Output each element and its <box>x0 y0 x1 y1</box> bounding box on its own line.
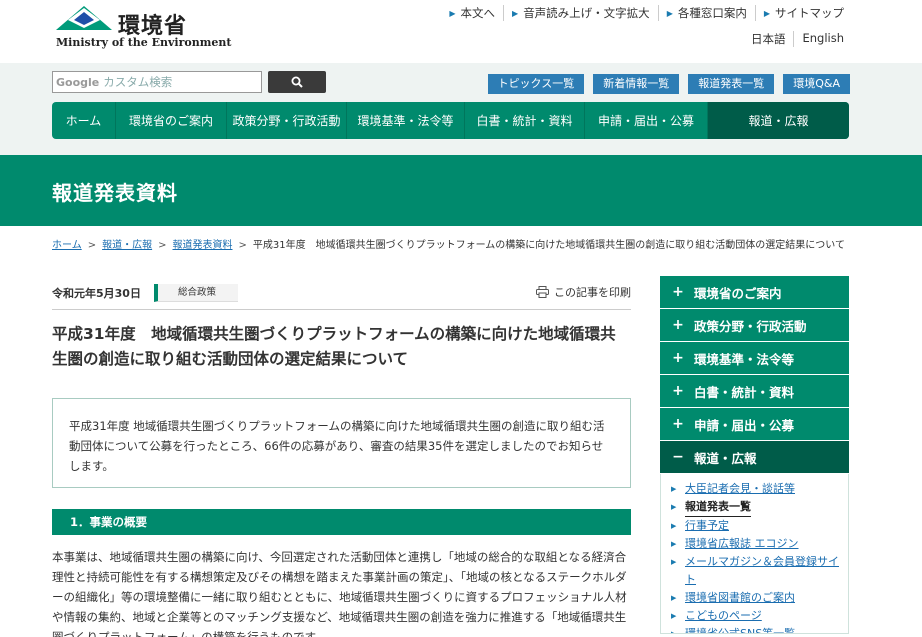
triangle-right-icon: ▶ <box>671 540 677 548</box>
side-nav-policy[interactable]: + 政策分野・行政活動 <box>660 309 849 341</box>
section-body: 本事業は、地域循環共生圏の構築に向け、今回選定された活動団体と連携し「地域の総合… <box>52 550 627 637</box>
article-summary: 平成31年度 地域循環共生圏づくりプラットフォームの構築に向けた地域循環共生圏の… <box>52 398 631 488</box>
language-switch: 日本語 English <box>743 31 852 47</box>
plus-icon: + <box>672 383 684 399</box>
side-subnav-item: ▶ 行事予定 <box>671 517 842 535</box>
triangle-right-icon: ▶ <box>671 485 677 493</box>
side-subnav-item: ▶ 環境省公式SNS等一覧 <box>671 625 842 634</box>
article-meta: 令和元年5月30日 総合政策 この記事を印刷 <box>52 284 631 310</box>
ministry-logo[interactable]: 環境省 Ministry of the Environment <box>54 2 231 50</box>
logo-mark-icon <box>56 6 112 30</box>
util-link-sitemap[interactable]: ▶ サイトマップ <box>754 5 852 21</box>
article-date: 令和元年5月30日 <box>52 287 141 300</box>
gnav-application[interactable]: 申請・届出・公募 <box>585 102 708 139</box>
search-input[interactable]: Google カスタム検索 <box>52 71 262 93</box>
triangle-right-icon: ▶ <box>671 558 677 566</box>
util-link-speech[interactable]: ▶ 音声読み上げ・文字拡大 <box>503 5 658 21</box>
quick-links: トピックス一覧 新着情報一覧 報道発表一覧 環境Q&A <box>487 74 850 94</box>
gnav-about[interactable]: 環境省のご案内 <box>116 102 227 139</box>
quick-link-press[interactable]: 報道発表一覧 <box>688 74 775 94</box>
breadcrumb-separator: > <box>158 240 167 251</box>
printer-icon <box>536 286 549 298</box>
minus-icon: − <box>672 449 684 465</box>
triangle-right-icon: ▶ <box>512 8 519 18</box>
logo-text-en: Ministry of the Environment <box>56 36 232 49</box>
article-title: 平成31年度 地域循環共生圏づくりプラットフォームの構築に向けた地域循環共生圏の… <box>52 325 616 368</box>
gnav-policy[interactable]: 政策分野・行政活動 <box>227 102 347 139</box>
plus-icon: + <box>672 284 684 300</box>
search-button[interactable] <box>268 71 326 93</box>
triangle-right-icon: ▶ <box>449 8 456 18</box>
side-nav: + 環境省のご案内 + 政策分野・行政活動 + 環境基準・法令等 + 白書・統計・資料 … <box>660 276 849 634</box>
global-nav: ホーム 環境省のご案内 政策分野・行政活動 環境基準・法令等 白書・統計・資料 … <box>52 102 849 139</box>
page-title-band: 報道発表資料 <box>0 155 922 226</box>
breadcrumb-press-releases[interactable]: 報道発表資料 <box>172 240 232 251</box>
lang-japanese[interactable]: 日本語 <box>743 31 794 47</box>
side-subnav-item: ▶ メールマガジン＆会員登録サイト <box>671 553 842 589</box>
side-subnav: ▶ 大臣記者会見・談話等 ▶ 報道発表一覧 ▶ 行事予定 ▶ 環境省広報誌 エコジン ▶… <box>660 474 849 634</box>
side-subnav-item: ▶ 大臣記者会見・談話等 <box>671 480 842 498</box>
side-nav-press[interactable]: − 報道・広報 <box>660 441 849 473</box>
side-nav-application[interactable]: + 申請・届出・公募 <box>660 408 849 440</box>
gnav-press[interactable]: 報道・広報 <box>708 102 849 139</box>
site-header: 環境省 Ministry of the Environment ▶ 本文へ ▶ 音声… <box>0 0 922 63</box>
search-placeholder: カスタム検索 <box>103 75 173 89</box>
plus-icon: + <box>672 350 684 366</box>
breadcrumb-separator: > <box>238 240 247 251</box>
print-link[interactable]: この記事を印刷 <box>536 284 631 300</box>
quick-link-topics[interactable]: トピックス一覧 <box>487 74 585 94</box>
triangle-right-icon: ▶ <box>671 612 677 620</box>
breadcrumb-press[interactable]: 報道・広報 <box>102 240 152 251</box>
plus-icon: + <box>672 317 684 333</box>
side-subnav-item: ▶ 環境省図書館のご案内 <box>671 589 842 607</box>
side-subnav-item: ▶ 環境省広報誌 エコジン <box>671 535 842 553</box>
search-nav-band: Google カスタム検索 トピックス一覧 新着情報一覧 報道発表一覧 環境Q&… <box>0 63 922 155</box>
breadcrumb-current: 平成31年度 地域循環共生圏づくりプラットフォームの構築に向けた地域循環共生圏の… <box>252 240 845 251</box>
side-nav-whitepaper[interactable]: + 白書・統計・資料 <box>660 375 849 407</box>
triangle-right-icon: ▶ <box>671 630 677 634</box>
print-label: この記事を印刷 <box>554 286 631 299</box>
breadcrumb-separator: > <box>87 240 97 251</box>
util-link-main-content[interactable]: ▶ 本文へ <box>441 5 503 21</box>
section-heading: 1．事業の概要 <box>52 509 631 535</box>
triangle-right-icon: ▶ <box>666 8 673 18</box>
page-title: 報道発表資料 <box>52 181 178 205</box>
triangle-right-icon: ▶ <box>671 594 677 602</box>
gnav-whitepaper[interactable]: 白書・統計・資料 <box>465 102 585 139</box>
triangle-right-icon: ▶ <box>763 8 770 18</box>
category-tag: 総合政策 <box>154 284 238 302</box>
plus-icon: + <box>672 416 684 432</box>
lang-english[interactable]: English <box>793 31 852 47</box>
side-nav-about[interactable]: + 環境省のご案内 <box>660 276 849 308</box>
quick-link-news[interactable]: 新着情報一覧 <box>593 74 680 94</box>
side-subnav-item: ▶ こどものページ <box>671 607 842 625</box>
breadcrumb: ホーム > 報道・広報 > 報道発表資料 > 平成31年度 地域循環共生圏づくりプラットフォ… <box>52 236 845 251</box>
search-icon <box>291 76 303 88</box>
breadcrumb-home[interactable]: ホーム <box>52 240 82 251</box>
triangle-right-icon: ▶ <box>671 503 677 511</box>
util-link-contacts[interactable]: ▶ 各種窓口案内 <box>657 5 755 21</box>
side-nav-standards[interactable]: + 環境基準・法令等 <box>660 342 849 374</box>
google-label: Google <box>56 75 100 89</box>
gnav-home[interactable]: ホーム <box>52 102 116 139</box>
utility-links: ▶ 本文へ ▶ 音声読み上げ・文字拡大 ▶ 各種窓口案内 ▶ サイトマップ <box>441 5 852 21</box>
side-subnav-item-current: ▶ 報道発表一覧 <box>671 498 842 517</box>
gnav-standards[interactable]: 環境基準・法令等 <box>347 102 465 139</box>
triangle-right-icon: ▶ <box>671 522 677 530</box>
quick-link-qa[interactable]: 環境Q&A <box>783 74 850 94</box>
